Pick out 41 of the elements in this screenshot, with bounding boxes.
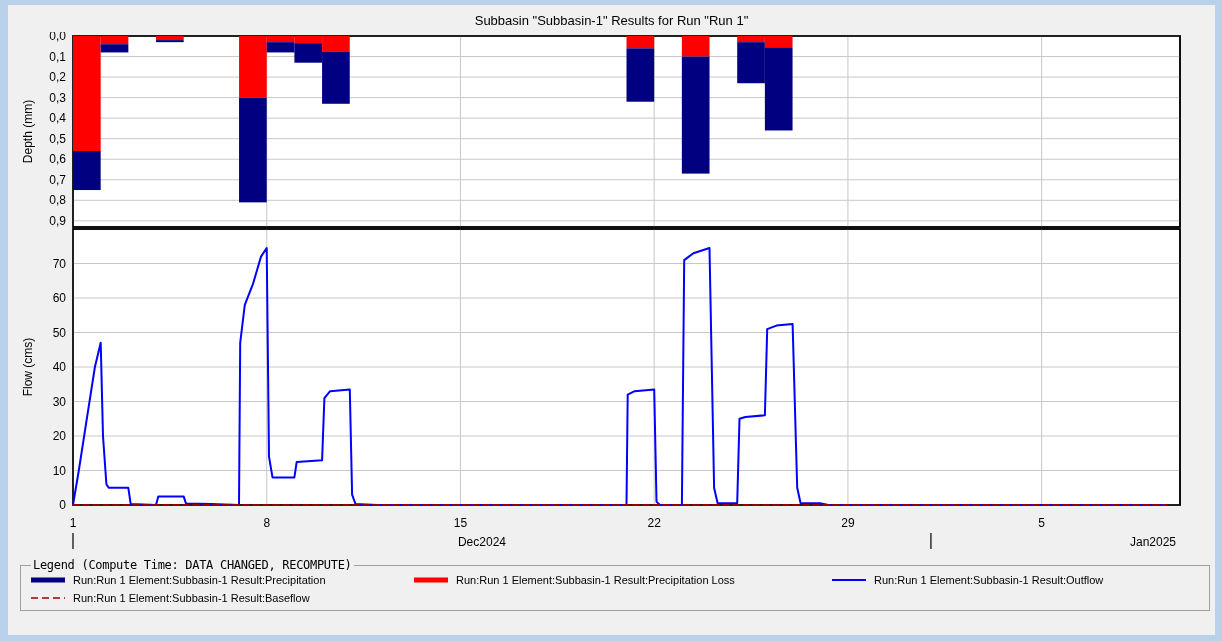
axis-tick-label: 0,7 (49, 172, 66, 187)
loss-bar (626, 36, 655, 49)
precipitation-bar (73, 151, 101, 191)
axis-tick-label: 10 (52, 463, 66, 478)
axis-tick-label: 70 (52, 256, 66, 271)
chart-title: Subbasin "Subbasin-1" Results for Run "Run 1" (474, 13, 749, 30)
axis-tick-label: 0,6 (49, 152, 66, 167)
axis-tick-label: 40 (52, 360, 66, 374)
legend-label: Run:Run 1 Element:Subbasin-1 Result:Precipitation (73, 574, 326, 586)
axis-title: Depth (mm) (21, 99, 35, 164)
legend-label: Run:Run 1 Element:Subbasin-1 Result:Outflow (874, 574, 1104, 586)
axis-tick-label: 1 (69, 516, 77, 530)
axis-tick-label: 8 (263, 516, 271, 530)
legend-label: Run:Run 1 Element:Subbasin-1 Result:Precipitation Loss (456, 574, 735, 586)
axis-tick-label: 0,3 (49, 90, 66, 105)
precipitation-bar (156, 40, 184, 43)
axis-tick-label: 22 (647, 516, 661, 530)
precipitation-bar (100, 44, 129, 53)
axis-tick-label: 0,2 (49, 70, 66, 85)
axis-tick-label: 30 (52, 394, 66, 409)
axis-tick-label: 15 (453, 516, 468, 530)
legend-label: Run:Run 1 Element:Subbasin-1 Result:Baseflow (73, 592, 310, 604)
axis-tick-label: 0,0 (49, 32, 66, 43)
axis-tick-label: 0,8 (49, 193, 66, 208)
precipitation-bar (626, 48, 655, 102)
axis-tick-label: 50 (52, 325, 66, 340)
axis-tick-label: 29 (841, 516, 855, 530)
axis-title: Flow (cms) (21, 337, 35, 397)
loss-bar (156, 36, 184, 41)
loss-bar (681, 36, 710, 57)
month-label: Dec2024 (457, 535, 506, 549)
axis-tick-label: 0,5 (49, 131, 66, 146)
legend-title: Legend (Compute Time: DATA CHANGED, RECOMPUTE) (32, 558, 353, 572)
axis-tick-label: 0 (59, 498, 66, 512)
axis-tick-label: 20 (52, 429, 66, 443)
axis-tick-label: 60 (52, 291, 66, 305)
axis-tick-label: 0,1 (49, 49, 66, 64)
month-label: Jan2025 (1129, 535, 1176, 549)
axis-tick-label: 0,9 (49, 213, 66, 228)
axis-tick-label: 0,4 (49, 111, 66, 126)
axis-tick-label: 5 (1038, 516, 1045, 530)
